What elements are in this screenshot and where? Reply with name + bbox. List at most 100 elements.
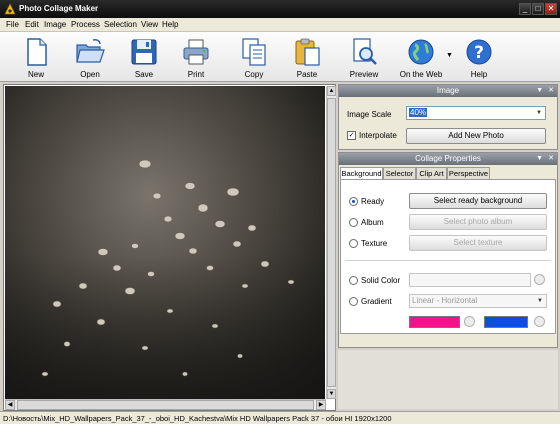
image-panel-header: Image ▼ ✕: [339, 85, 557, 97]
title-bar: Photo Collage Maker _ □ ✕: [0, 0, 560, 18]
interpolate-label: Interpolate: [359, 131, 397, 140]
image-scale-value: 40%: [409, 108, 428, 117]
menu-edit[interactable]: Edit: [25, 20, 39, 29]
window-title: Photo Collage Maker: [19, 4, 99, 13]
save-button[interactable]: Save: [121, 35, 167, 81]
ready-label: Ready: [361, 197, 385, 206]
scroll-up-arrow[interactable]: ▲: [327, 86, 336, 96]
collage-canvas[interactable]: ▲ ▼ ◀ ▶: [3, 84, 336, 411]
preview-magnifier-icon: [353, 38, 377, 65]
collapse-icon[interactable]: ▼: [536, 153, 543, 165]
paste-button[interactable]: Paste: [284, 35, 330, 81]
print-label: Print: [187, 70, 205, 79]
copy-label: Copy: [244, 70, 264, 79]
close-icon[interactable]: ✕: [548, 153, 554, 165]
gradient-color-1-swatch[interactable]: [409, 316, 460, 328]
photo-image[interactable]: [5, 86, 325, 399]
paste-clipboard-icon: [295, 38, 320, 66]
image-scale-label: Image Scale: [347, 110, 392, 119]
save-disk-icon: [131, 39, 157, 65]
solid-color-field[interactable]: [409, 273, 531, 287]
menu-selection[interactable]: Selection: [104, 20, 137, 29]
album-label: Album: [361, 218, 384, 227]
image-panel-title: Image: [436, 86, 460, 95]
color-picker-icon[interactable]: [534, 274, 545, 285]
scroll-left-arrow[interactable]: ◀: [5, 400, 15, 410]
select-ready-background-button[interactable]: Select ready background: [409, 193, 547, 209]
minimize-button[interactable]: _: [519, 3, 531, 15]
texture-radio[interactable]: [349, 239, 358, 248]
chevron-down-icon[interactable]: ▼: [534, 108, 544, 118]
scroll-down-arrow[interactable]: ▼: [327, 389, 336, 399]
album-radio[interactable]: [349, 218, 358, 227]
open-button[interactable]: Open: [67, 35, 113, 81]
preview-label: Preview: [349, 70, 379, 79]
menu-process[interactable]: Process: [71, 20, 100, 29]
select-photo-album-button[interactable]: Select photo album: [409, 214, 547, 230]
interpolate-checkbox[interactable]: ✓: [347, 131, 356, 140]
new-label: New: [27, 70, 44, 79]
preview-button[interactable]: Preview: [341, 35, 387, 81]
scroll-right-arrow[interactable]: ▶: [316, 400, 326, 410]
image-scale-select[interactable]: 40% ▼: [406, 106, 546, 120]
texture-label: Texture: [361, 239, 388, 248]
chevron-down-icon[interactable]: ▼: [446, 52, 453, 59]
background-tab-content: Ready Select ready background Album Sele…: [340, 179, 556, 334]
close-icon[interactable]: ✕: [548, 85, 554, 97]
print-button[interactable]: Print: [173, 35, 219, 81]
divider: [345, 260, 551, 261]
collage-tabs: Background Selector Clip Art Perspective: [339, 167, 557, 180]
menu-file[interactable]: File: [6, 20, 19, 29]
tab-perspective[interactable]: Perspective: [447, 167, 490, 179]
open-label: Open: [80, 70, 100, 79]
gradient-label: Gradient: [361, 297, 392, 306]
vertical-scroll-thumb[interactable]: [327, 98, 336, 387]
menu-help[interactable]: Help: [162, 20, 178, 29]
collage-properties-panel: Collage Properties ▼ ✕ Background Select…: [338, 152, 558, 348]
gradient-color-2-swatch[interactable]: [484, 316, 528, 328]
collage-panel-title: Collage Properties: [415, 154, 481, 163]
paste-label: Paste: [296, 70, 318, 79]
vertical-scrollbar[interactable]: ▲ ▼: [326, 86, 336, 399]
select-texture-button[interactable]: Select texture: [409, 235, 547, 251]
menu-bar: File Edit Image Process Selection View H…: [0, 18, 560, 32]
color-picker-icon[interactable]: [464, 316, 475, 327]
copy-icon: [242, 38, 266, 66]
on-the-web-button[interactable]: On the Web: [398, 35, 444, 81]
help-question-icon: ?: [466, 39, 492, 65]
toolbar: New Open Save Print Copy Paste Preview O…: [0, 32, 560, 82]
help-button[interactable]: ? Help: [456, 35, 502, 81]
tab-clip-art[interactable]: Clip Art: [416, 167, 447, 179]
horizontal-scroll-thumb[interactable]: [17, 400, 314, 410]
collapse-icon[interactable]: ▼: [536, 85, 543, 97]
close-button[interactable]: ✕: [545, 3, 557, 15]
collage-panel-header: Collage Properties ▼ ✕: [339, 153, 557, 165]
tab-selector[interactable]: Selector: [383, 167, 416, 179]
printer-icon: [183, 39, 209, 65]
menu-view[interactable]: View: [141, 20, 158, 29]
help-label: Help: [470, 70, 488, 79]
maximize-button[interactable]: □: [532, 3, 544, 15]
app-logo-icon: [4, 3, 16, 15]
chevron-down-icon[interactable]: ▼: [535, 296, 545, 306]
horizontal-scrollbar[interactable]: ◀ ▶: [5, 399, 326, 410]
gradient-type-value: Linear - Horizontal: [412, 296, 478, 305]
solid-color-label: Solid Color: [361, 276, 401, 285]
copy-button[interactable]: Copy: [231, 35, 277, 81]
svg-text:?: ?: [474, 43, 484, 63]
menu-image[interactable]: Image: [44, 20, 66, 29]
solid-color-radio[interactable]: [349, 276, 358, 285]
gradient-type-select[interactable]: Linear - Horizontal ▼: [409, 294, 547, 308]
image-panel: Image ▼ ✕ Image Scale 40% ▼ ✓ Interpolat…: [338, 84, 558, 150]
ready-radio[interactable]: [349, 197, 358, 206]
file-path-status: D:\Новость\Mix_HD_Wallpapers_Pack_37_-_o…: [3, 414, 392, 423]
status-bar: D:\Новость\Mix_HD_Wallpapers_Pack_37_-_o…: [0, 411, 560, 424]
globe-icon: [408, 39, 434, 65]
color-picker-icon[interactable]: [534, 316, 545, 327]
new-button[interactable]: New: [13, 35, 59, 81]
add-new-photo-button[interactable]: Add New Photo: [406, 128, 546, 144]
gradient-radio[interactable]: [349, 297, 358, 306]
save-label: Save: [134, 70, 154, 79]
panel-empty-area: [338, 350, 558, 409]
new-document-icon: [27, 38, 47, 66]
